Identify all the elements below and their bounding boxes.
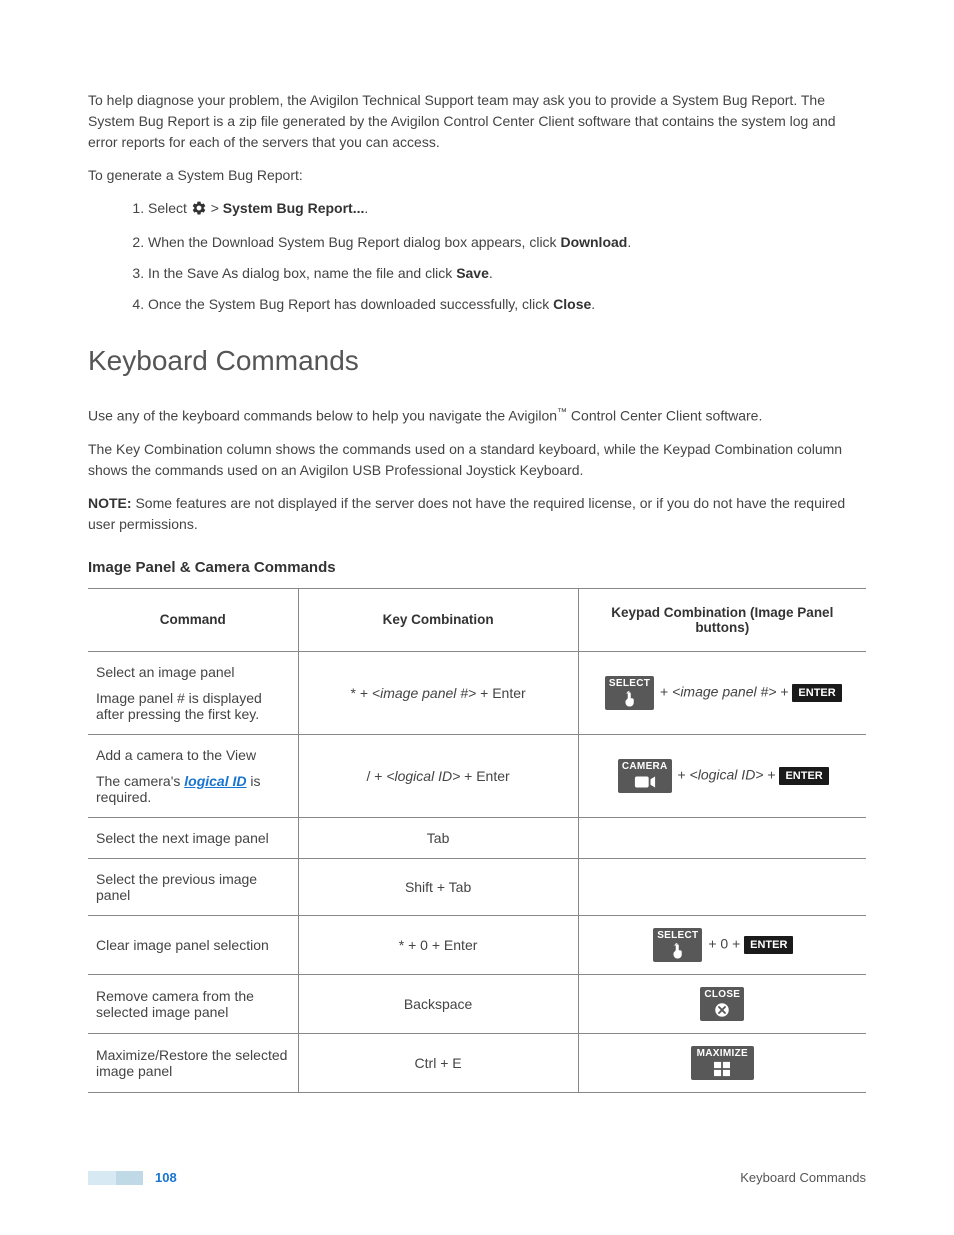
logical-id-link[interactable]: logical ID bbox=[184, 773, 246, 789]
step-4: Once the System Bug Report has downloade… bbox=[148, 294, 866, 315]
touch-icon bbox=[617, 690, 643, 708]
keypad-maximize-button: MAXIMIZE bbox=[691, 1046, 754, 1080]
key-combo: Shift + Tab bbox=[298, 858, 578, 915]
th-key-combination: Key Combination bbox=[298, 588, 578, 651]
steps-list: Select > System Bug Report.... When the … bbox=[88, 198, 866, 315]
keypad-select-button: SELECT bbox=[653, 928, 702, 962]
keypad-combo: MAXIMIZE bbox=[578, 1033, 866, 1092]
keypad-combo: CLOSE bbox=[578, 974, 866, 1033]
key-combo: Backspace bbox=[298, 974, 578, 1033]
table-row: Select an image panel Image panel # is d… bbox=[88, 651, 866, 734]
footer-swatch bbox=[88, 1171, 143, 1185]
keypad-camera-button: CAMERA bbox=[618, 759, 672, 793]
cmd-title: Select an image panel bbox=[96, 664, 290, 680]
table-row: Remove camera from the selected image pa… bbox=[88, 974, 866, 1033]
page-footer: 108 Keyboard Commands bbox=[88, 1170, 866, 1185]
table-row: Select the previous image panel Shift + … bbox=[88, 858, 866, 915]
keypad-close-button: CLOSE bbox=[700, 987, 744, 1021]
keypad-combo: SELECT + <image panel #> + ENTER bbox=[578, 651, 866, 734]
close-icon bbox=[709, 1001, 735, 1019]
cmd-title: Remove camera from the selected image pa… bbox=[88, 974, 298, 1033]
key-combo: * + <image panel #> + Enter bbox=[298, 651, 578, 734]
th-keypad-combination: Keypad Combination (Image Panel buttons) bbox=[578, 588, 866, 651]
keypad-select-button: SELECT bbox=[605, 676, 654, 710]
key-combo: Ctrl + E bbox=[298, 1033, 578, 1092]
table-row: Clear image panel selection * + 0 + Ente… bbox=[88, 915, 866, 974]
body-paragraph-2: The Key Combination column shows the com… bbox=[88, 439, 866, 481]
cmd-note: The camera's logical ID is required. bbox=[96, 773, 290, 805]
gear-icon bbox=[191, 200, 207, 222]
table-row: Select the next image panel Tab bbox=[88, 817, 866, 858]
commands-table: Command Key Combination Keypad Combinati… bbox=[88, 588, 866, 1093]
th-command: Command bbox=[88, 588, 298, 651]
keypad-enter-button: ENTER bbox=[744, 936, 793, 954]
cmd-title: Clear image panel selection bbox=[88, 915, 298, 974]
maximize-icon bbox=[709, 1060, 735, 1078]
table-row: Add a camera to the View The camera's lo… bbox=[88, 734, 866, 817]
keypad-enter-button: ENTER bbox=[779, 767, 828, 785]
intro-paragraph-1: To help diagnose your problem, the Avigi… bbox=[88, 90, 866, 153]
key-combo: * + 0 + Enter bbox=[298, 915, 578, 974]
camera-icon bbox=[632, 773, 658, 791]
key-combo: / + <logical ID> + Enter bbox=[298, 734, 578, 817]
note-paragraph: NOTE: Some features are not displayed if… bbox=[88, 493, 866, 535]
keypad-combo: SELECT + 0 + ENTER bbox=[578, 915, 866, 974]
table-row: Maximize/Restore the selected image pane… bbox=[88, 1033, 866, 1092]
key-combo: Tab bbox=[298, 817, 578, 858]
section-heading: Keyboard Commands bbox=[88, 345, 866, 377]
page-number: 108 bbox=[155, 1170, 177, 1185]
intro-paragraph-2: To generate a System Bug Report: bbox=[88, 165, 866, 186]
step-3: In the Save As dialog box, name the file… bbox=[148, 263, 866, 284]
step-2: When the Download System Bug Report dial… bbox=[148, 232, 866, 253]
body-paragraph-1: Use any of the keyboard commands below t… bbox=[88, 405, 866, 427]
cmd-title: Select the previous image panel bbox=[88, 858, 298, 915]
cmd-title: Maximize/Restore the selected image pane… bbox=[88, 1033, 298, 1092]
touch-icon bbox=[665, 942, 691, 960]
cmd-title: Select the next image panel bbox=[88, 817, 298, 858]
cmd-title: Add a camera to the View bbox=[96, 747, 290, 763]
keypad-combo: CAMERA + <logical ID> + ENTER bbox=[578, 734, 866, 817]
cmd-note: Image panel # is displayed after pressin… bbox=[96, 690, 290, 722]
footer-title: Keyboard Commands bbox=[740, 1170, 866, 1185]
step-1: Select > System Bug Report.... bbox=[148, 198, 866, 222]
keypad-enter-button: ENTER bbox=[792, 684, 841, 702]
subheading: Image Panel & Camera Commands bbox=[88, 559, 866, 576]
